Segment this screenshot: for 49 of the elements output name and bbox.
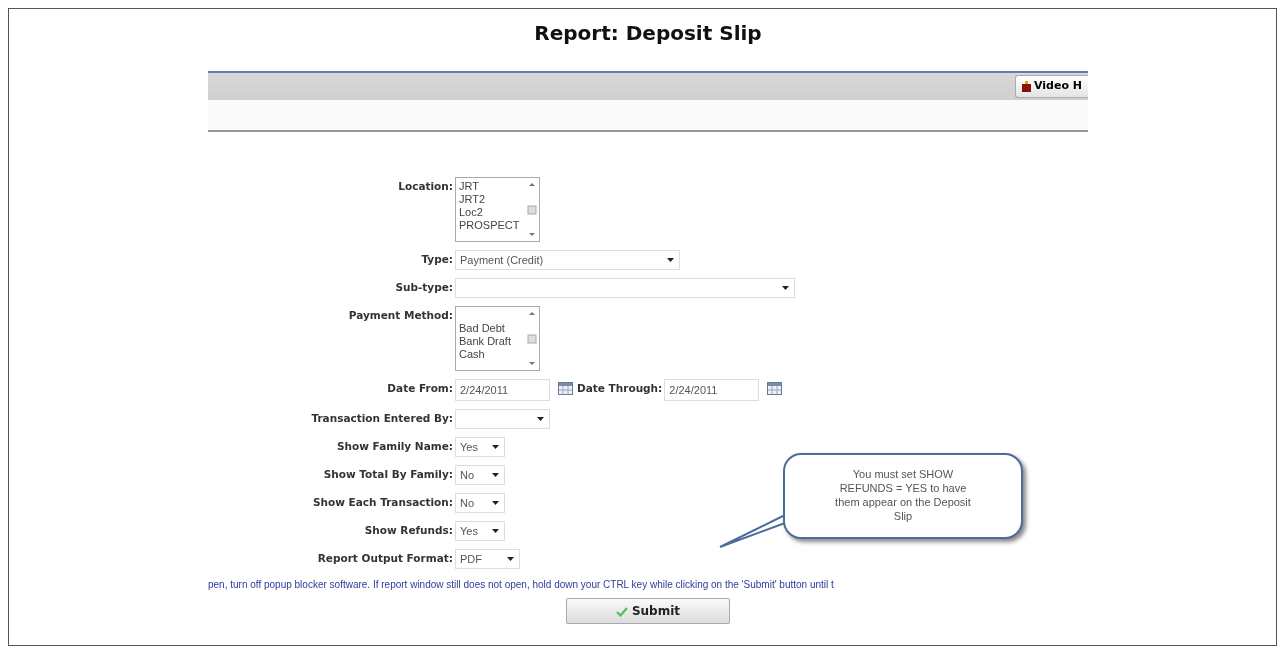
field-label: Transaction Entered By: [310, 411, 454, 426]
callout-pointer [719, 513, 786, 548]
list-option[interactable]: JRT [459, 180, 522, 193]
field-label: Type: [420, 252, 454, 267]
field-label: Report Output Format: [316, 551, 454, 566]
dropdown-arrow-icon [492, 473, 499, 477]
list-option[interactable]: Loc2 [459, 206, 522, 219]
date-field[interactable]: 2/24/2011 [455, 379, 550, 401]
dropdown-arrow-icon [492, 529, 499, 533]
field-label: Show Each Transaction: [311, 495, 454, 510]
calendar-icon[interactable] [767, 382, 783, 395]
dropdown[interactable]: No [455, 465, 505, 485]
video-icon [1021, 81, 1031, 92]
video-button[interactable]: Video H [1014, 75, 1088, 98]
checkmark-icon [615, 606, 628, 617]
field-label: Payment Method: [347, 308, 454, 323]
dropdown-arrow-icon [492, 445, 499, 449]
dropdown[interactable]: No [455, 493, 505, 513]
list-option[interactable]: Bad Debt [459, 322, 522, 335]
instruction-text: pen, turn off popup blocker software. If report window still does not open, hold down your CTRL key while clicking on the 'Submit' button until t [208, 578, 835, 592]
list-option[interactable]: Cash [459, 348, 522, 361]
dropdown-arrow-icon [782, 286, 789, 290]
field-label: Sub-type: [394, 280, 454, 295]
dropdown-arrow-icon [537, 417, 544, 421]
list-option[interactable]: Bank Draft [459, 335, 522, 348]
submit-button[interactable]: Submit [566, 598, 730, 624]
list-box[interactable]: JRT JRT2 Loc2 PROSPECT [455, 177, 540, 242]
calendar-icon[interactable] [558, 382, 573, 395]
field-label: Location: [397, 179, 454, 194]
list-box[interactable]: Bad Debt Bank Draft Cash [455, 306, 540, 371]
list-option[interactable]: PROSPECT [459, 219, 522, 232]
dropdown[interactable]: Payment (Credit) [455, 250, 680, 270]
dropdown-arrow-icon [667, 258, 674, 262]
page-title: Report: Deposit Slip [533, 20, 763, 47]
dropdown[interactable] [455, 409, 550, 429]
dropdown-arrow-icon [507, 557, 514, 561]
dropdown[interactable] [455, 278, 795, 298]
dropdown[interactable]: PDF [455, 549, 520, 569]
field-label: Date From: [386, 381, 454, 396]
list-option[interactable]: JRT2 [459, 193, 522, 206]
dropdown[interactable]: Yes [455, 521, 505, 541]
field-label: Show Total By Family: [322, 467, 454, 482]
field-label: Date Through: [577, 381, 664, 396]
field-label: Show Family Name: [335, 439, 454, 454]
field-label: Show Refunds: [363, 523, 454, 538]
date-field[interactable]: 2/24/2011 [664, 379, 760, 401]
dropdown[interactable]: Yes [455, 437, 505, 457]
callout-bubble: You must set SHOW REFUNDS = YES to have them appear on the Deposit Slip [783, 453, 1023, 539]
dropdown-arrow-icon [492, 501, 499, 505]
